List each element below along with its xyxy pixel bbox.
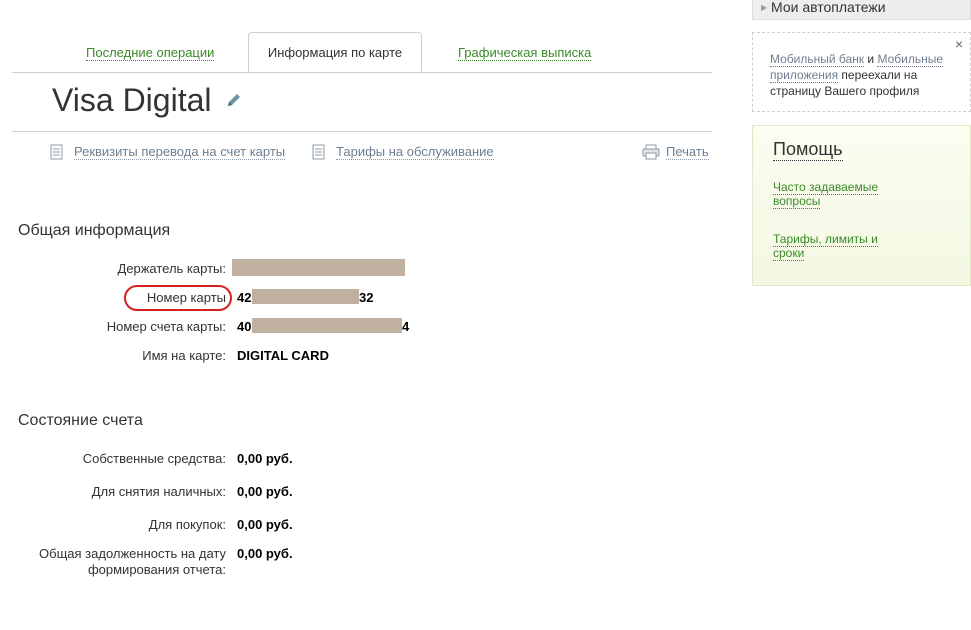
document-icon bbox=[312, 144, 325, 160]
account-number-prefix: 40 bbox=[237, 319, 252, 334]
card-number-suffix: 32 bbox=[359, 290, 374, 305]
requisites-label: Реквизиты перевода на счет карты bbox=[74, 144, 286, 160]
tariffs-limits-link[interactable]: Тарифы, лимиты и сроки bbox=[773, 232, 893, 261]
mobile-bank-link[interactable]: Мобильный банк bbox=[770, 52, 865, 67]
help-title[interactable]: Помощь bbox=[773, 138, 843, 161]
general-info-title: Общая информация bbox=[18, 222, 171, 239]
tariffs-link[interactable]: Тарифы на обслуживание bbox=[312, 144, 494, 160]
printer-icon bbox=[642, 144, 660, 160]
page-title: Visa Digital bbox=[52, 82, 212, 118]
cash-withdrawal-label: Для снятия наличных: bbox=[91, 484, 226, 499]
account-number-suffix: 4 bbox=[402, 319, 410, 334]
own-funds-value: 0,00 руб. bbox=[237, 451, 293, 466]
card-tabs: Последние операции Информация по карте Г… bbox=[12, 32, 712, 73]
purchases-label: Для покупок: bbox=[148, 517, 226, 532]
divider bbox=[12, 131, 712, 132]
tab-graphic-statement[interactable]: Графическая выписка bbox=[458, 46, 592, 61]
print-link[interactable]: Печать bbox=[642, 144, 709, 160]
holder-redacted bbox=[232, 259, 405, 276]
profile-notice: × Мобильный банк и Мобильные приложения … bbox=[752, 32, 971, 112]
highlight-circle bbox=[124, 285, 232, 311]
card-number-redacted bbox=[252, 289, 359, 304]
faq-link[interactable]: Часто задаваемые вопросы bbox=[773, 180, 893, 209]
tab-recent-operations[interactable]: Последние операции bbox=[86, 46, 215, 61]
help-panel: Помощь Часто задаваемые вопросы Тарифы, … bbox=[752, 125, 971, 286]
name-on-card-label: Имя на карте: bbox=[142, 348, 226, 363]
tab-card-info[interactable]: Информация по карте bbox=[248, 32, 422, 72]
requisites-link[interactable]: Реквизиты перевода на счет карты bbox=[50, 144, 286, 160]
name-on-card-value: DIGITAL CARD bbox=[237, 348, 329, 363]
tariffs-limits-label: Тарифы, лимиты и сроки bbox=[773, 232, 878, 261]
account-number-label: Номер счета карты: bbox=[106, 319, 226, 334]
card-number-prefix: 42 bbox=[237, 290, 252, 305]
faq-label: Часто задаваемые вопросы bbox=[773, 180, 879, 209]
notice-text: Мобильный банк и Мобильные приложения пе… bbox=[770, 51, 960, 99]
autopay-label: Мои автоплатежи bbox=[771, 0, 886, 15]
document-icon bbox=[50, 144, 63, 160]
triangle-right-icon: ▶ bbox=[761, 3, 768, 12]
cash-withdrawal-value: 0,00 руб. bbox=[237, 484, 293, 499]
total-debt-value: 0,00 руб. bbox=[237, 546, 293, 561]
total-debt-label-line1: Общая задолженность на дату bbox=[39, 546, 226, 561]
own-funds-label: Собственные средства: bbox=[82, 451, 226, 466]
account-state-title: Состояние счета bbox=[18, 412, 143, 429]
purchases-value: 0,00 руб. bbox=[237, 517, 293, 532]
notice-and: и bbox=[864, 52, 878, 66]
close-icon[interactable]: × bbox=[955, 36, 963, 52]
holder-label: Держатель карты: bbox=[117, 261, 226, 276]
total-debt-label-line2: формирования отчета: bbox=[87, 562, 226, 577]
edit-pencil-icon[interactable] bbox=[226, 92, 242, 108]
my-autopayments[interactable]: ▶ Мои автоплатежи bbox=[752, 0, 971, 20]
account-number-redacted bbox=[252, 318, 402, 333]
print-label: Печать bbox=[666, 144, 709, 160]
tariffs-label: Тарифы на обслуживание bbox=[336, 144, 494, 160]
